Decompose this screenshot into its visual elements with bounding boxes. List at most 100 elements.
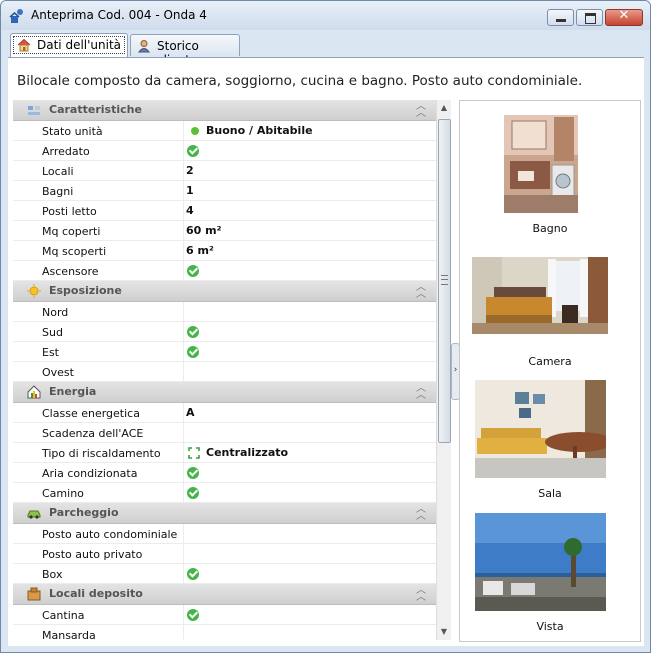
column-divider (183, 302, 184, 321)
check-icon (187, 346, 199, 358)
check-icon (187, 326, 199, 338)
property-row: Stato unità Buono / Abitabile (13, 121, 450, 141)
photo-living-room[interactable] (475, 380, 606, 478)
property-label: Nord (42, 306, 69, 319)
property-label: Cantina (42, 609, 85, 622)
property-label: Mansarda (42, 629, 96, 640)
property-label: Scadenza dell'ACE (42, 427, 144, 440)
scroll-down-icon[interactable]: ▼ (437, 624, 451, 640)
tab-strip: Dati dell'unità Storico cliente (7, 31, 644, 67)
app-icon (9, 9, 23, 23)
column-divider (183, 221, 184, 240)
column-divider (183, 524, 184, 543)
column-divider (183, 423, 184, 442)
column-divider (183, 261, 184, 280)
property-label: Camino (42, 487, 84, 500)
property-value: 1 (186, 184, 194, 197)
property-row: Cantina (13, 605, 450, 625)
photo-caption: Vista (536, 620, 564, 633)
property-row: Sud (13, 322, 450, 342)
property-label: Tipo di riscaldamento (42, 447, 161, 460)
property-label: Classe energetica (42, 407, 140, 420)
property-label: Ovest (42, 366, 74, 379)
property-value: 6 m² (186, 244, 214, 257)
property-row: Est (13, 342, 450, 362)
sea-view-photo (475, 513, 606, 611)
property-row: Nord (13, 302, 450, 322)
collapse-icon[interactable]: ︿ ︿ (416, 384, 426, 401)
car-icon (27, 506, 41, 520)
minimize-button[interactable] (547, 9, 574, 26)
photo-caption: Camera (528, 355, 572, 368)
property-label: Locali (42, 165, 74, 178)
property-label: Posto auto privato (42, 548, 143, 561)
collapse-icon[interactable]: ︿ ︿ (416, 586, 426, 603)
property-label: Bagni (42, 185, 74, 198)
maximize-button[interactable] (576, 9, 603, 26)
collapse-icon[interactable]: ︿ ︿ (416, 283, 426, 300)
window-title: Anteprima Cod. 004 - Onda 4 (31, 8, 207, 22)
column-divider (183, 241, 184, 260)
property-value: 4 (186, 204, 194, 217)
scroll-up-icon[interactable]: ▲ (437, 100, 451, 116)
title-bar[interactable]: Anteprima Cod. 004 - Onda 4 ✕ (1, 1, 650, 30)
property-label: Ascensore (42, 265, 99, 278)
maximize-icon (585, 13, 596, 24)
group-label: Energia (49, 385, 97, 398)
scroll-thumb[interactable] (438, 119, 451, 443)
column-divider (183, 161, 184, 180)
group-header-energia[interactable]: Energia ︿ ︿ (13, 382, 450, 403)
living-room-photo (475, 380, 606, 478)
property-label: Posto auto condominiale (42, 528, 178, 541)
property-row: Posto auto condominiale (13, 524, 450, 544)
heating-icon (188, 447, 200, 459)
group-header-locali-deposito[interactable]: Locali deposito ︿ ︿ (13, 584, 450, 605)
property-row: Posto auto privato (13, 544, 450, 564)
group-label: Locali deposito (49, 587, 143, 600)
property-row: Box (13, 564, 450, 584)
group-header-esposizione[interactable]: Esposizione ︿ ︿ (13, 281, 450, 302)
group-header-caratteristiche[interactable]: Caratteristiche ︿ ︿ (13, 100, 450, 121)
tab-dati-unita[interactable]: Dati dell'unità (10, 33, 128, 57)
close-icon: ✕ (618, 8, 630, 23)
photo-bedroom[interactable] (472, 257, 608, 334)
property-value: Buono / Abitabile (206, 124, 313, 137)
column-divider (183, 605, 184, 624)
photo-bathroom[interactable] (504, 115, 578, 213)
collapse-icon[interactable]: ︿ ︿ (416, 102, 426, 119)
property-label: Mq scoperti (42, 245, 107, 258)
chevron-right-icon[interactable]: › (452, 365, 459, 375)
property-row: Scadenza dell'ACE (13, 423, 450, 443)
photo-caption: Sala (538, 487, 562, 500)
grip-icon (441, 275, 448, 285)
property-row: Ovest (13, 362, 450, 382)
property-row: Mq coperti 60 m² (13, 221, 450, 241)
minimize-icon (556, 19, 566, 22)
check-icon (187, 609, 199, 621)
close-button[interactable]: ✕ (605, 8, 643, 26)
vertical-scrollbar[interactable]: ▲ ▼ (436, 100, 451, 640)
tab-label: Dati dell'unità (37, 38, 122, 52)
group-header-parcheggio[interactable]: Parcheggio ︿ ︿ (13, 503, 450, 524)
column-divider (183, 443, 184, 462)
bedroom-photo (472, 257, 608, 334)
property-row: Mq scoperti 6 m² (13, 241, 450, 261)
check-icon (187, 145, 199, 157)
column-divider (183, 362, 184, 381)
property-row: Bagni 1 (13, 181, 450, 201)
property-value: A (186, 406, 195, 419)
storage-box-icon (27, 587, 41, 601)
check-icon (187, 568, 199, 580)
tab-storico-cliente[interactable]: Storico cliente (130, 34, 240, 67)
collapse-icon[interactable]: ︿ ︿ (416, 505, 426, 522)
house-icon (17, 38, 31, 52)
group-label: Caratteristiche (49, 103, 142, 116)
property-row: Camino (13, 483, 450, 503)
property-row: Locali 2 (13, 161, 450, 181)
property-row: Ascensore (13, 261, 450, 281)
photo-sea-view[interactable] (475, 513, 606, 611)
bathroom-photo (504, 115, 578, 213)
property-label: Mq coperti (42, 225, 101, 238)
column-divider (183, 403, 184, 422)
photo-caption: Bagno (532, 222, 568, 235)
